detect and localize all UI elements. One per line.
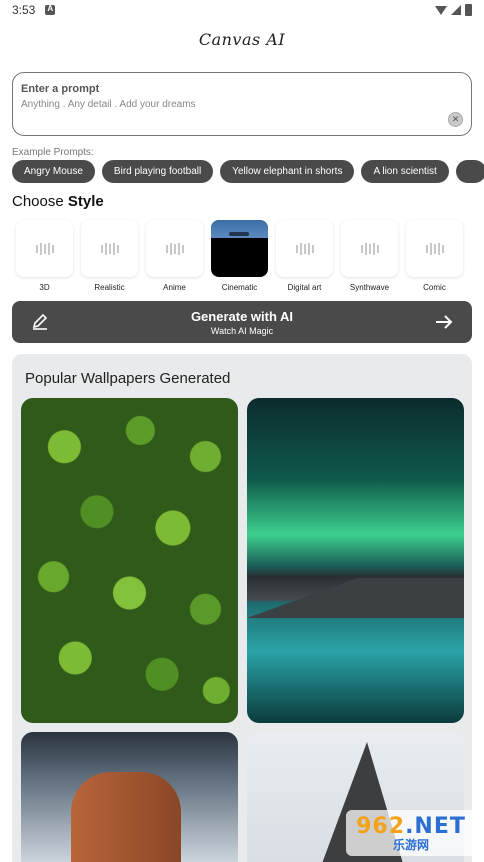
placeholder-bars-icon: [295, 242, 314, 255]
site-watermark: 962.NET 乐游网: [346, 810, 476, 856]
popular-wallpapers-panel: Popular Wallpapers Generated: [12, 354, 472, 862]
example-prompts-label: Example Prompts:: [12, 147, 94, 158]
generate-title: Generate with AI: [190, 308, 294, 324]
popular-wallpapers-title: Popular Wallpapers Generated: [25, 370, 231, 387]
style-thumbnail: [276, 220, 333, 277]
example-prompt-chip[interactable]: Yellow elephant in shorts: [220, 160, 355, 183]
cinematic-preview-image: [211, 220, 268, 238]
style-thumbnail: [341, 220, 398, 277]
wallpaper-grid: [21, 398, 464, 862]
style-option-synthwave[interactable]: Synthwave: [341, 220, 398, 296]
style-label: Cinematic: [221, 283, 258, 292]
signal-icon: [451, 5, 461, 15]
placeholder-bars-icon: [360, 242, 379, 255]
generate-subtitle: Watch AI Magic: [210, 325, 274, 336]
example-prompt-chip[interactable]: Bird playing football: [101, 160, 214, 183]
status-time: 3:53: [12, 3, 36, 17]
example-prompts-list: Angry Mouse Bird playing football Yellow…: [12, 160, 484, 184]
status-bar: 3:53: [0, 0, 484, 20]
style-label: Synthwave: [349, 283, 390, 292]
status-icons: [435, 4, 472, 16]
style-option-3d[interactable]: 3D: [16, 220, 73, 296]
wallpaper-aurora[interactable]: [247, 398, 464, 723]
placeholder-bars-icon: [165, 242, 184, 255]
example-prompt-chip[interactable]: Angry Mouse: [12, 160, 95, 183]
style-picker: 3D Realistic Anime Cinematic Digital art…: [16, 220, 476, 296]
generate-button[interactable]: Generate with AI Watch AI Magic: [12, 301, 472, 343]
example-prompt-chip[interactable]: [455, 160, 484, 183]
prompt-label: Enter a prompt: [21, 83, 100, 95]
style-label: 3D: [39, 283, 50, 292]
example-prompt-chip[interactable]: A lion scientist: [361, 160, 449, 183]
choose-style-bold: Style: [67, 193, 104, 210]
style-label: Digital art: [287, 283, 322, 292]
style-label: Anime: [163, 283, 186, 292]
style-option-realistic[interactable]: Realistic: [81, 220, 138, 296]
battery-icon: [465, 4, 472, 16]
style-thumbnail: [146, 220, 203, 277]
app-title: Canvas AI: [198, 30, 286, 49]
close-icon: ✕: [451, 114, 460, 124]
watermark-text: 乐游网: [392, 837, 429, 852]
notification-icon: [45, 4, 56, 15]
placeholder-bars-icon: [425, 242, 444, 255]
generate-text: Generate with AI Watch AI Magic: [12, 309, 472, 336]
arrow-right-icon: [436, 315, 453, 329]
placeholder-bars-icon: [100, 242, 119, 255]
clear-prompt-button[interactable]: ✕: [448, 112, 463, 127]
choose-style-prefix: Choose: [12, 193, 68, 210]
pen-icon: [32, 313, 48, 330]
wifi-icon: [435, 5, 447, 15]
style-option-cinematic[interactable]: Cinematic: [211, 220, 268, 296]
wallpaper-forest[interactable]: [21, 398, 238, 723]
style-label: Comic: [423, 283, 446, 292]
style-thumbnail: [406, 220, 463, 277]
choose-style-heading: Choose Style: [12, 193, 104, 210]
prompt-input[interactable]: [21, 99, 441, 110]
wallpaper-rock-tower[interactable]: [21, 732, 238, 862]
style-thumbnail: [81, 220, 138, 277]
prompt-box[interactable]: Enter a prompt ✕: [12, 72, 472, 136]
style-option-comic[interactable]: Comic: [406, 220, 463, 296]
style-option-anime[interactable]: Anime: [146, 220, 203, 296]
style-thumbnail: [16, 220, 73, 277]
placeholder-bars-icon: [35, 242, 54, 255]
style-thumbnail-selected: [211, 220, 268, 277]
style-option-digital-art[interactable]: Digital art: [276, 220, 333, 296]
style-label: Realistic: [94, 283, 125, 292]
